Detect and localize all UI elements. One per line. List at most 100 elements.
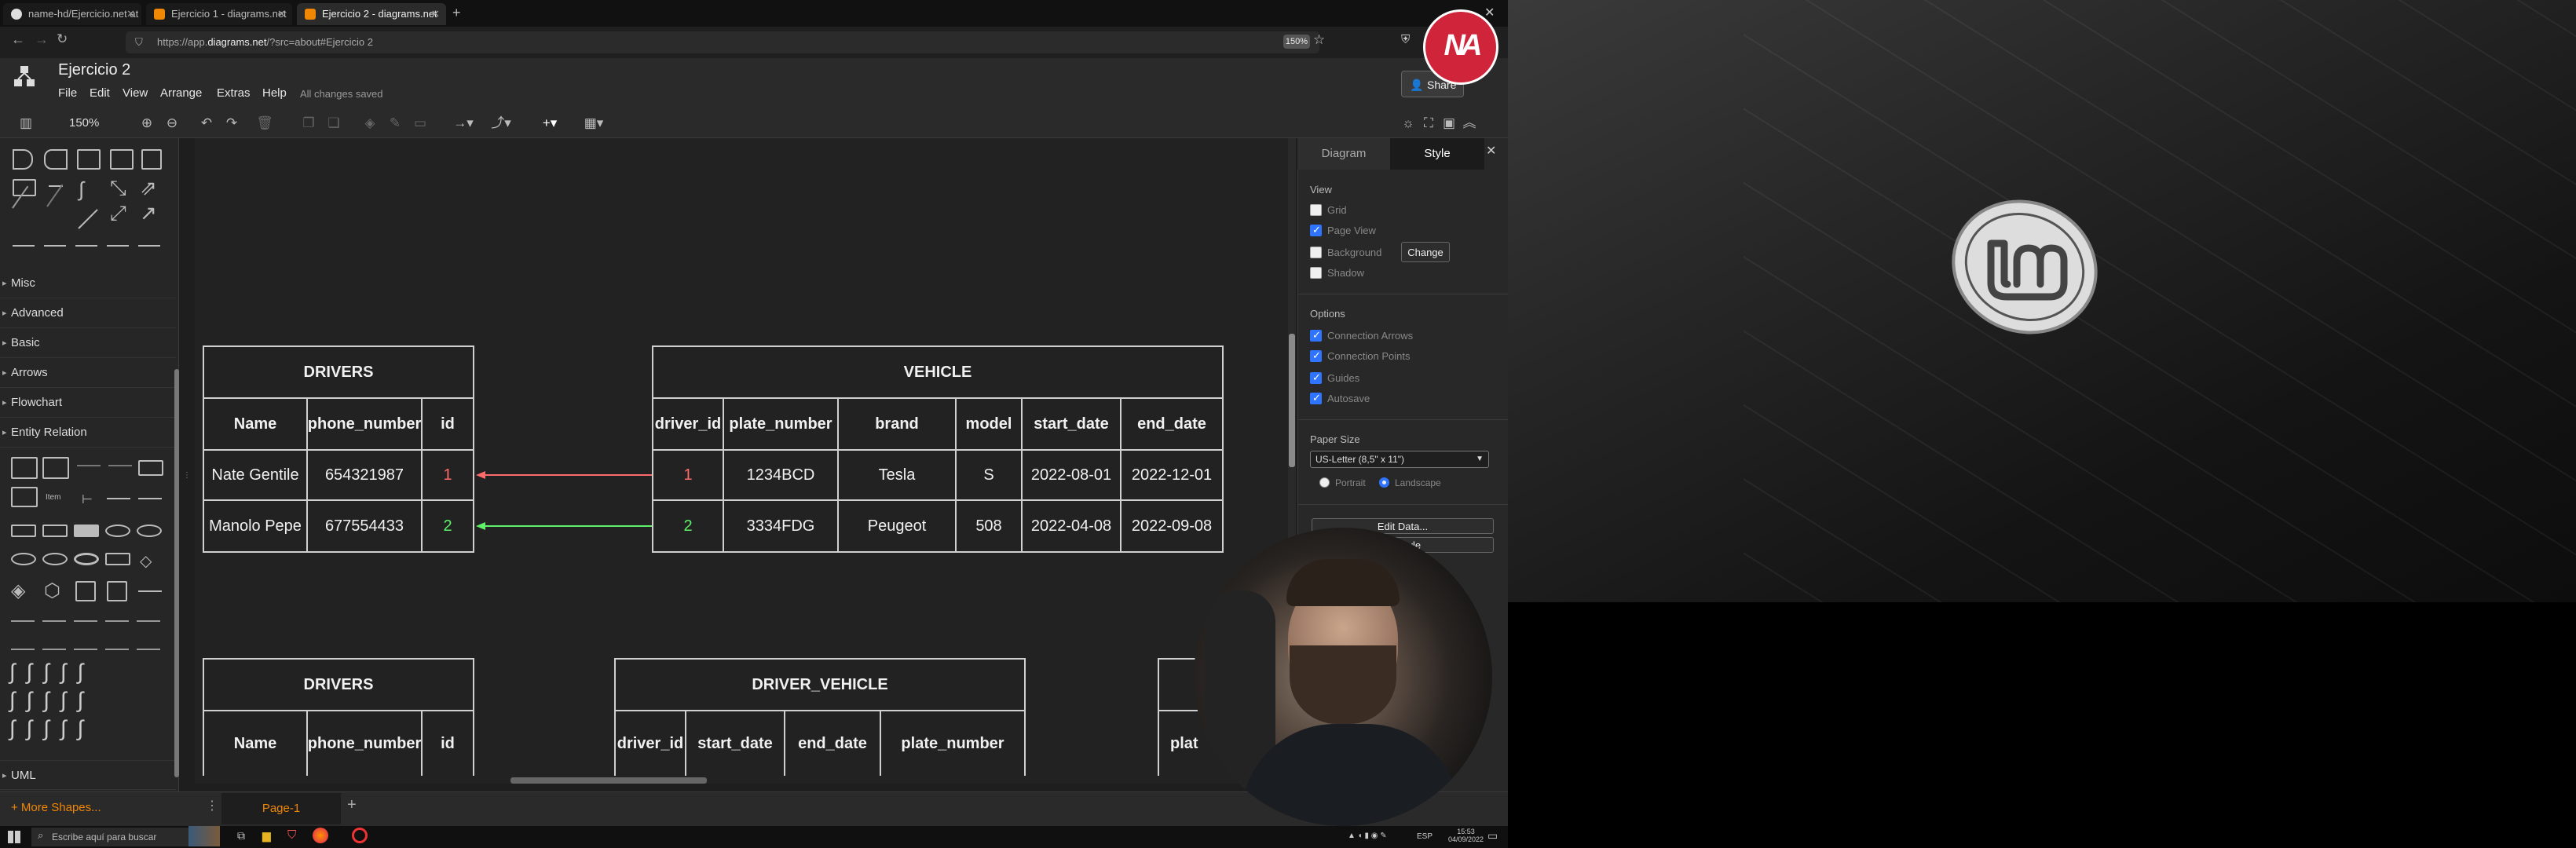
zoom-in-icon[interactable]: ⊕	[138, 115, 156, 132]
line-color-icon[interactable]: ✎	[386, 115, 404, 132]
page-view-checkbox[interactable]	[1310, 224, 1322, 236]
shape-display[interactable]	[44, 149, 68, 170]
shape-curve[interactable]: ∫	[79, 177, 84, 202]
shape-delay[interactable]	[13, 149, 33, 170]
connection-style-icon[interactable]: →▾	[448, 115, 479, 132]
table-icon[interactable]: ▦▾	[578, 115, 609, 132]
sidebar-section-misc[interactable]: Misc	[0, 269, 176, 298]
taskbar-search-box[interactable]: Escribe aquí para buscar	[31, 828, 188, 846]
shape-connector-row[interactable]	[13, 245, 162, 247]
er-table-small[interactable]	[75, 581, 96, 601]
shape-arrow-diag[interactable]: ⤢	[110, 201, 126, 226]
autosave-checkbox[interactable]	[1310, 392, 1322, 404]
er-rhombus-shape[interactable]: ◇	[140, 551, 152, 571]
sidebar-section-arrows[interactable]: Arrows	[0, 358, 176, 388]
shape-internal-storage[interactable]	[13, 179, 36, 196]
menu-help[interactable]: Help	[262, 86, 287, 100]
er-connectors-row1[interactable]	[11, 620, 162, 622]
er-assoc-shape[interactable]	[105, 553, 130, 565]
to-front-icon[interactable]: ❐	[300, 115, 317, 132]
shape-arrow-ne[interactable]: ↗	[140, 201, 157, 225]
er-table-shape[interactable]	[11, 457, 38, 479]
shape-bidirectional-arrow[interactable]: ⤡	[110, 176, 126, 201]
reload-icon[interactable]: ↻	[57, 31, 68, 47]
er-attribute-ellipse[interactable]	[105, 525, 130, 537]
document-title[interactable]: Ejercicio 2	[58, 61, 130, 79]
menu-edit[interactable]: Edit	[90, 86, 110, 100]
change-background-button[interactable]: Change	[1401, 242, 1450, 262]
firefox-icon[interactable]	[313, 828, 328, 843]
tab-diagram[interactable]: Diagram	[1297, 138, 1390, 170]
sidebar-section-flowchart[interactable]: Flowchart	[0, 388, 176, 418]
sidebar-scrollbar[interactable]	[174, 369, 179, 777]
connection-arrows-checkbox[interactable]	[1310, 329, 1322, 342]
menu-file[interactable]: File	[58, 86, 77, 100]
fullscreen-icon[interactable]: ⛶	[1420, 115, 1437, 132]
add-page-icon[interactable]: +	[347, 796, 357, 814]
close-icon[interactable]: ✕	[126, 3, 135, 25]
er-relation2-shape[interactable]	[138, 498, 162, 499]
pages-menu-icon[interactable]: ⋮	[206, 798, 218, 813]
panel-close-icon[interactable]: ✕	[1486, 143, 1496, 159]
er-entity-shape[interactable]	[138, 460, 163, 476]
er-entity-small[interactable]	[11, 525, 36, 537]
browser-tab-3-active[interactable]: Ejercicio 2 - diagrams.net ✕	[297, 3, 446, 25]
extensions-icon[interactable]: ⛨	[1401, 33, 1410, 46]
grid-checkbox[interactable]	[1310, 204, 1322, 216]
collapse-icon[interactable]: ︽	[1461, 115, 1478, 132]
landscape-radio[interactable]	[1379, 477, 1389, 488]
er-line[interactable]	[138, 590, 162, 592]
zoom-badge[interactable]: 150%	[1283, 35, 1310, 49]
shape-rect[interactable]	[77, 149, 101, 170]
er-table-small2[interactable]	[107, 581, 127, 601]
er-attr2-shape[interactable]	[108, 465, 132, 466]
app-red-icon[interactable]	[352, 828, 368, 843]
undo-icon[interactable]: ↶	[198, 115, 215, 132]
notifications-icon[interactable]: ▭	[1487, 829, 1498, 843]
sidebar-section-uml[interactable]: UML	[0, 760, 176, 791]
er-text-shape[interactable]: Item	[46, 493, 60, 502]
format-panel-toggle-icon[interactable]: ▥	[17, 115, 35, 132]
er-curve-connectors-3[interactable]: ∫∫∫∫∫	[9, 716, 174, 741]
bookmark-star-icon[interactable]: ☆	[1313, 32, 1325, 48]
shape-box[interactable]	[141, 149, 162, 170]
delete-icon[interactable]: 🗑	[256, 115, 273, 132]
zoom-select[interactable]: 150%	[69, 116, 99, 130]
er-connectors-row2[interactable]	[11, 649, 162, 650]
waypoints-icon[interactable]: ⤴▾	[485, 115, 517, 132]
browser-tab-1[interactable]: name-hd/Ejercicio.net at mai ✕	[3, 3, 141, 25]
browser-tab-2[interactable]: Ejercicio 1 - diagrams.net ✕	[146, 3, 292, 25]
er-list-shape[interactable]	[11, 487, 38, 507]
window-close-icon[interactable]: ✕	[1484, 5, 1495, 20]
er-curve-connectors-1[interactable]: ∫∫∫∫∫	[9, 660, 174, 685]
sidebar-section-entity-relation[interactable]: Entity Relation	[0, 418, 176, 448]
fill-color-icon[interactable]: ◈	[361, 115, 379, 132]
close-icon[interactable]: ✕	[431, 3, 440, 25]
to-back-icon[interactable]: ❏	[325, 115, 342, 132]
er-attribute-ellipse2[interactable]	[137, 525, 162, 537]
er-table2-shape[interactable]	[42, 457, 69, 479]
er-multi-ellipse[interactable]	[74, 553, 99, 565]
windows-start-icon[interactable]	[8, 831, 20, 843]
forward-arrow-icon[interactable]: →	[35, 31, 49, 48]
er-entity-filled[interactable]	[74, 525, 99, 537]
portrait-radio[interactable]	[1319, 477, 1330, 488]
menu-view[interactable]: View	[123, 86, 148, 100]
guides-checkbox[interactable]	[1310, 371, 1322, 384]
er-relationship-diamond[interactable]: ◈	[11, 579, 25, 602]
redo-icon[interactable]: ↷	[223, 115, 240, 132]
language-indicator[interactable]: ESP	[1417, 832, 1433, 841]
er-key-ellipse[interactable]	[11, 553, 36, 565]
file-explorer-icon[interactable]: ▆	[262, 829, 271, 843]
sidebar-section-basic[interactable]: Basic	[0, 328, 176, 358]
close-icon[interactable]: ✕	[277, 3, 286, 25]
brave-icon[interactable]: ⛉	[287, 828, 296, 842]
paper-size-select[interactable]: US-Letter (8,5" x 11") ▼	[1310, 451, 1489, 468]
shadow-icon[interactable]: ▭	[412, 115, 429, 132]
er-curve-connectors-2[interactable]: ∫∫∫∫∫	[9, 688, 174, 713]
theme-icon[interactable]: ☼	[1400, 115, 1417, 132]
task-view-icon[interactable]: ⧉	[237, 829, 245, 843]
url-field[interactable]: https://app.diagrams.net/?src=about#Ejer…	[126, 31, 1319, 53]
background-checkbox[interactable]	[1310, 247, 1322, 258]
shape-square[interactable]	[110, 149, 134, 170]
